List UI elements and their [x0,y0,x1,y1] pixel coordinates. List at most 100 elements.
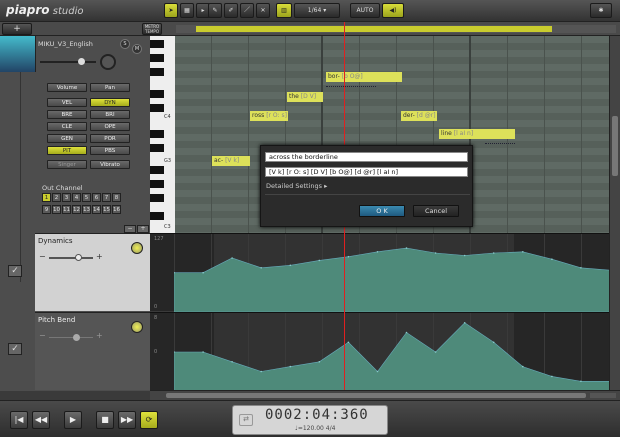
black-key[interactable] [150,90,164,98]
channel-button[interactable]: 14 [92,205,101,214]
pan-knob[interactable] [100,54,116,70]
black-key[interactable] [150,194,164,202]
param-gen-button[interactable]: GEN [47,134,87,143]
curve-point[interactable] [551,258,553,260]
channel-button[interactable]: 2 [52,193,61,202]
scrollbar-thumb[interactable] [612,116,618,176]
curve-point[interactable] [231,257,233,259]
curve-point[interactable] [202,351,204,353]
channel-button[interactable]: 15 [102,205,111,214]
note[interactable]: line [l aI n] [439,129,515,139]
line-tool-button[interactable]: ／ [240,3,254,18]
rewind-button[interactable]: ◀◀ [32,411,50,429]
volume-slider-thumb[interactable] [78,58,85,65]
play-button[interactable]: ▶ [64,411,82,429]
note[interactable]: der- [d @r] [401,111,437,121]
curve-point[interactable] [318,361,321,363]
avatar[interactable] [0,36,36,72]
curve-point[interactable] [376,251,379,253]
curve-point[interactable] [580,380,582,383]
param-pbs-button[interactable]: PBS [90,146,130,155]
horizontal-scrollbar[interactable] [150,390,620,400]
curve-point[interactable] [522,365,524,368]
curve-point[interactable] [463,322,466,324]
curve-point[interactable] [231,361,233,363]
black-key[interactable] [150,130,164,138]
curve-point[interactable] [522,251,524,253]
snap-grid-button[interactable]: ▥ [276,3,292,18]
curve-point[interactable] [289,264,292,267]
volume-slider[interactable] [40,58,96,65]
black-key[interactable] [150,104,164,112]
loop-button[interactable]: ⟳ [140,411,158,429]
roll-vertical-scrollbar[interactable] [609,36,620,233]
select-range-tool-button[interactable]: ▦ [180,3,194,18]
volume-button[interactable]: Volume [47,83,87,92]
channel-button[interactable]: 7 [102,193,111,202]
metro-tempo-button[interactable]: METRO TEMPO [142,23,162,35]
channel-button[interactable]: 6 [92,193,101,202]
speaker-icon[interactable]: ◀) [382,3,404,18]
param-bri-button[interactable]: BRI [90,110,130,119]
channel-button[interactable]: 13 [82,205,91,214]
channel-button[interactable]: 4 [72,193,81,202]
curve-point[interactable] [347,341,350,344]
pitch-bend-slider-thumb[interactable] [73,334,80,341]
channel-button[interactable]: 11 [62,205,71,214]
zoom-out-button[interactable]: − [124,225,136,233]
curve-point[interactable] [376,370,379,373]
curve-point[interactable] [260,370,262,373]
channel-button[interactable]: 1 [42,193,51,202]
horizontal-zoom-slider[interactable] [590,393,616,398]
auto-button[interactable]: AUTO [350,3,380,18]
note[interactable]: ross [r O: s] [250,111,288,121]
curve-point[interactable] [492,252,495,254]
timeline-ruler[interactable] [176,25,616,33]
go-to-start-button[interactable]: |◀ [10,411,28,429]
brush-tool-button[interactable]: ✐ [224,3,238,18]
vibrato-button[interactable]: Vibrato [90,160,130,169]
add-track-button[interactable]: + [2,23,32,35]
param-vel-button[interactable]: VEL [47,98,87,107]
black-key[interactable] [150,166,164,174]
lyrics-input[interactable]: across the borderline [265,152,468,162]
channel-button[interactable]: 5 [82,193,91,202]
tempo-readout[interactable]: ♩=120.00 4/4 [295,425,335,432]
curve-point[interactable] [463,254,466,257]
curve-point[interactable] [289,365,292,368]
black-key[interactable] [150,54,164,62]
zoom-in-button[interactable]: + [137,225,149,233]
phoneme-input[interactable]: [V k] [r O: s] [D V] [b O@] [d @r] [l aI… [265,167,468,177]
pencil-tool-button[interactable]: ✎ [208,3,222,18]
param-bre-button[interactable]: BRE [47,110,87,119]
channel-button[interactable]: 8 [112,193,121,202]
black-key[interactable] [150,68,164,76]
ok-button[interactable]: O K [359,205,405,217]
black-key[interactable] [150,212,164,220]
param-por-button[interactable]: POR [90,134,130,143]
pitch-bend-slider[interactable] [49,334,93,341]
singer-button[interactable]: Singer [47,160,87,169]
pointer-tool-button[interactable]: ➤ [164,3,178,18]
pan-button[interactable]: Pan [90,83,130,92]
solo-button[interactable]: S [120,39,130,49]
mute-button[interactable]: M [132,44,142,54]
channel-button[interactable]: 10 [52,205,61,214]
curve-point[interactable] [318,259,321,262]
channel-button[interactable]: 16 [112,205,121,214]
note[interactable]: the [D V] [287,92,323,102]
sync-icon[interactable]: ⇄ [239,414,253,426]
curve-point[interactable] [405,247,408,249]
curve-point[interactable] [551,375,553,378]
piano-keyboard[interactable]: C4 G3 C3 [150,36,175,233]
channel-button[interactable]: 12 [72,205,81,214]
note[interactable]: bor- [b O@] [326,72,402,82]
stop-button[interactable]: ■ [96,411,114,429]
curve-point[interactable] [434,351,437,353]
dynamics-checkbox[interactable]: ✓ [8,265,22,277]
cancel-button[interactable]: Cancel [413,205,459,217]
fast-forward-button[interactable]: ▶▶ [118,411,136,429]
scrollbar-thumb[interactable] [166,393,586,398]
dynamics-slider-thumb[interactable] [75,254,82,261]
pitch-bend-knob[interactable] [131,321,143,333]
